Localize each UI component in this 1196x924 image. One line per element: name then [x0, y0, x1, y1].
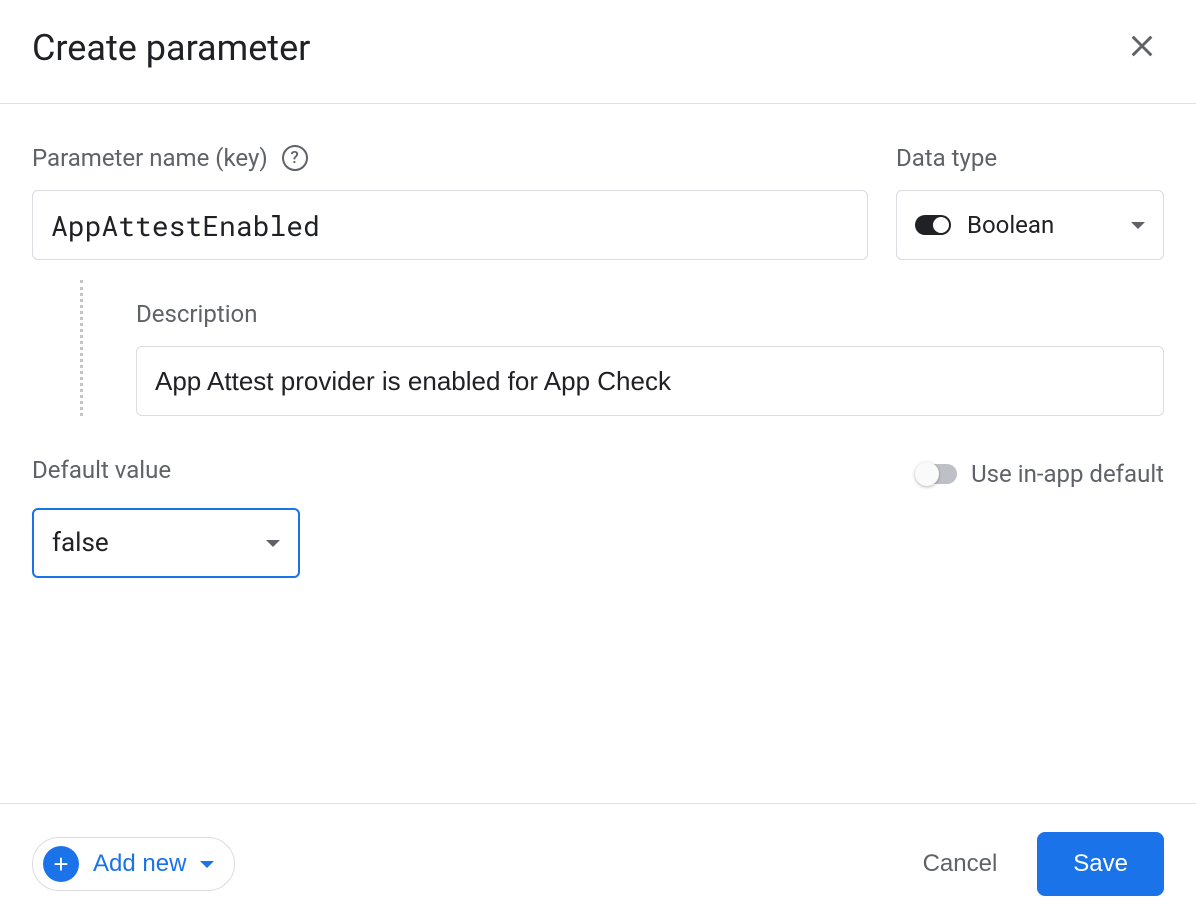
chevron-down-icon [200, 861, 214, 868]
row-name-type: Parameter name (key) ? Data type Boolean [32, 144, 1164, 260]
row-default-value: Default value false Use in-app default [32, 456, 1164, 578]
default-value-group: Default value false [32, 456, 300, 578]
data-type-select[interactable]: Boolean [896, 190, 1164, 260]
data-type-label-row: Data type [896, 144, 1164, 172]
add-new-label: Add new [93, 850, 186, 878]
tree-connector [80, 280, 128, 416]
footer-actions: Cancel Save [923, 832, 1164, 896]
dialog-header: Create parameter [0, 0, 1196, 104]
param-name-label-row: Parameter name (key) ? [32, 144, 868, 172]
data-type-label: Data type [896, 144, 997, 172]
data-type-group: Data type Boolean [896, 144, 1164, 260]
inapp-default-toggle[interactable] [917, 464, 957, 484]
default-value-select[interactable]: false [32, 508, 300, 578]
create-parameter-dialog: Create parameter Parameter name (key) ? … [0, 0, 1196, 924]
description-input[interactable] [136, 346, 1164, 416]
close-icon [1128, 32, 1156, 60]
close-button[interactable] [1120, 24, 1164, 71]
description-section: Description [32, 280, 1164, 416]
data-type-value: Boolean [967, 211, 1115, 239]
param-name-label: Parameter name (key) [32, 144, 268, 172]
chevron-down-icon [266, 540, 280, 547]
boolean-type-icon [915, 215, 951, 235]
help-icon[interactable]: ? [282, 145, 308, 171]
plus-icon: + [43, 846, 79, 882]
inapp-default-group: Use in-app default [917, 460, 1164, 488]
default-value-selected: false [52, 528, 266, 558]
inapp-default-label: Use in-app default [971, 460, 1164, 488]
dialog-content: Parameter name (key) ? Data type Boolean [0, 104, 1196, 803]
default-value-label: Default value [32, 456, 300, 484]
dialog-title: Create parameter [32, 27, 310, 69]
cancel-button[interactable]: Cancel [923, 850, 998, 878]
param-name-input[interactable] [32, 190, 868, 260]
chevron-down-icon [1131, 222, 1145, 229]
param-name-group: Parameter name (key) ? [32, 144, 868, 260]
add-new-button[interactable]: + Add new [32, 837, 235, 891]
description-content: Description [136, 280, 1164, 416]
save-button[interactable]: Save [1037, 832, 1164, 896]
dialog-footer: + Add new Cancel Save [0, 803, 1196, 924]
description-label: Description [136, 300, 1164, 328]
